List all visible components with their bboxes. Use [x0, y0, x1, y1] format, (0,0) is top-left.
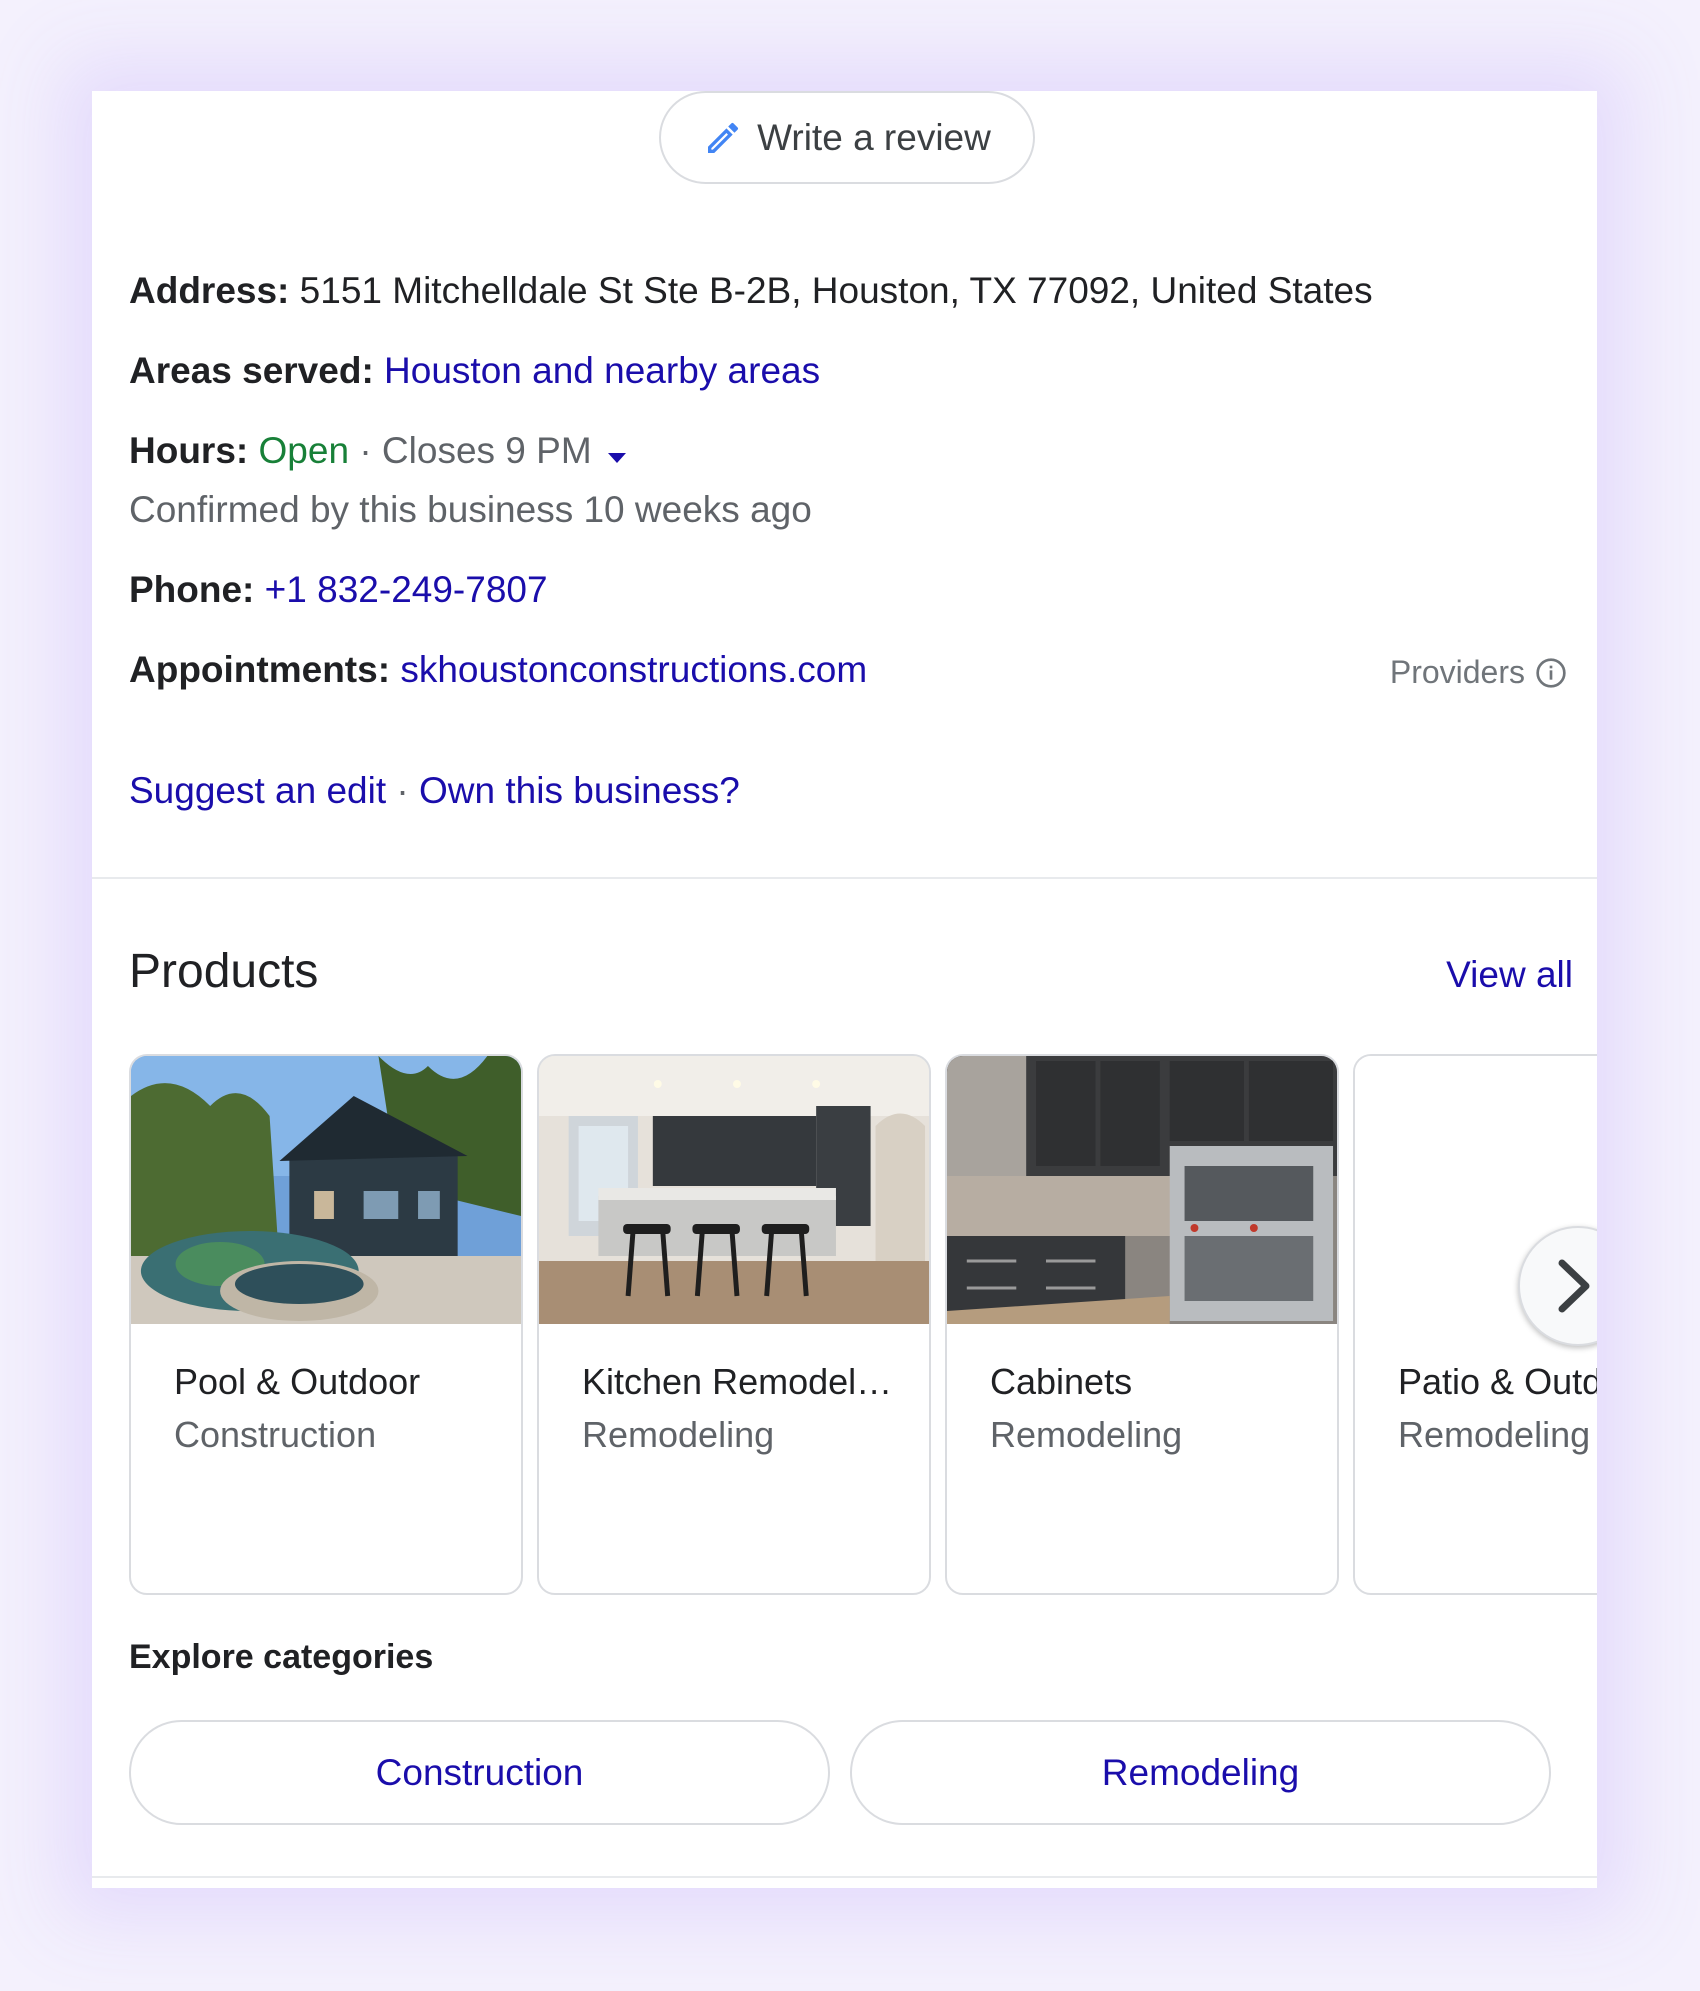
phone-link[interactable]: +1 832-249-7807	[265, 569, 548, 610]
hours-confirmed: Confirmed by this business 10 weeks ago	[129, 489, 812, 530]
appointments-link[interactable]: skhoustonconstructions.com	[400, 649, 867, 690]
kitchen-photo	[539, 1056, 929, 1324]
pencil-icon	[703, 118, 743, 158]
pool-photo	[131, 1056, 521, 1324]
product-name: Cabinets	[990, 1361, 1133, 1402]
phone-label: Phone:	[129, 569, 255, 610]
hours-separator: ·	[359, 430, 372, 471]
product-card-kitchen[interactable]: Kitchen Remodel… Remodeling	[537, 1054, 931, 1595]
product-card-cabinets[interactable]: Cabinets Remodeling	[945, 1054, 1339, 1595]
suggest-edit-link[interactable]: Suggest an edit	[129, 770, 386, 811]
providers-info[interactable]: Providers	[1390, 654, 1567, 691]
product-category: Construction	[174, 1414, 377, 1455]
product-name: Pool & Outdoor	[174, 1361, 421, 1402]
hours-dropdown[interactable]: Closes 9 PM	[382, 430, 628, 471]
write-review-label: Write a review	[757, 116, 991, 158]
appointments-row: Appointments: skhoustonconstructions.com	[129, 649, 867, 691]
areas-served-label: Areas served:	[129, 350, 374, 391]
product-category: Remodeling	[582, 1414, 775, 1455]
caret-down-icon	[606, 432, 628, 474]
business-panel: Write a review Address: 5151 Mitchelldal…	[92, 91, 1597, 1888]
product-name: Patio & Outd	[1398, 1361, 1597, 1402]
chevron-right-icon	[1556, 1259, 1592, 1313]
appointments-label: Appointments:	[129, 649, 391, 690]
providers-label: Providers	[1389, 654, 1525, 690]
view-all-link[interactable]: View all	[1446, 954, 1573, 996]
hours-row: Hours: Open · Closes 9 PM	[129, 430, 628, 474]
closes-time: Closes 9 PM	[381, 430, 592, 471]
write-review-button[interactable]: Write a review	[659, 91, 1035, 184]
areas-served-link[interactable]: Houston and nearby areas	[384, 350, 820, 391]
category-chip-remodeling[interactable]: Remodeling	[850, 1720, 1551, 1825]
edit-links-row: Suggest an edit · Own this business?	[129, 770, 740, 812]
info-icon	[1535, 657, 1567, 689]
explore-categories-heading: Explore categories	[129, 1638, 434, 1676]
address-value: 5151 Mitchelldale St Ste B-2B, Houston, …	[299, 270, 1373, 311]
phone-row: Phone: +1 832-249-7807	[129, 569, 548, 611]
hours-label: Hours:	[129, 430, 249, 471]
address-label: Address:	[129, 270, 290, 311]
edit-links-separator: ·	[396, 770, 409, 811]
product-name: Kitchen Remodel…	[582, 1361, 893, 1402]
areas-served-row: Areas served: Houston and nearby areas	[129, 350, 820, 392]
cabinets-photo	[947, 1056, 1337, 1324]
section-divider	[92, 877, 1597, 879]
product-category: Remodeling	[1398, 1414, 1591, 1455]
product-card-pool[interactable]: Pool & Outdoor Construction	[129, 1054, 523, 1595]
category-chip-construction[interactable]: Construction	[129, 1720, 830, 1825]
address-row: Address: 5151 Mitchelldale St Ste B-2B, …	[129, 270, 1373, 312]
product-category: Remodeling	[990, 1414, 1183, 1455]
own-business-link[interactable]: Own this business?	[419, 770, 740, 811]
bottom-divider	[92, 1876, 1597, 1878]
products-heading: Products	[129, 945, 319, 998]
open-status: Open	[258, 430, 350, 471]
